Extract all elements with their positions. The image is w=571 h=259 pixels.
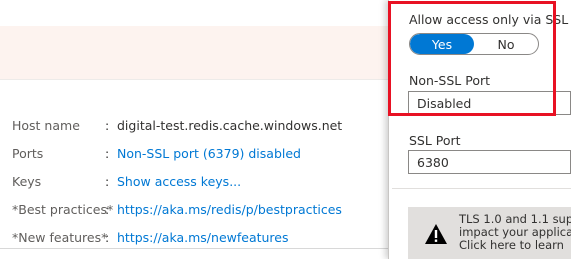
host-name-value: digital-test.redis.cache.windows.net [117, 117, 343, 133]
ssl-port-field[interactable]: 6380 [408, 150, 571, 174]
show-access-keys-link[interactable]: Show access keys... [117, 174, 241, 189]
ports-link[interactable]: Non-SSL port (6379) disabled [117, 146, 301, 161]
highlight-annotation-box [388, 1, 556, 116]
property-label: Host name [12, 117, 80, 133]
property-row-host-name: Host name : digital-test.redis.cache.win… [12, 111, 384, 139]
tls-warning-banner[interactable]: TLS 1.0 and 1.1 sup impact your applica … [408, 207, 571, 259]
property-colon: : [105, 201, 110, 217]
essentials-properties: Host name : digital-test.redis.cache.win… [12, 111, 384, 251]
warning-text: TLS 1.0 and 1.1 sup impact your applica … [459, 213, 571, 252]
overview-panel: Host name : digital-test.redis.cache.win… [0, 0, 388, 259]
section-divider [392, 188, 571, 189]
bottom-divider [0, 248, 388, 249]
property-row-keys: Keys : Show access keys... [12, 167, 384, 195]
property-colon: : [105, 229, 110, 245]
warning-learn-more-line[interactable]: Click here to learn [459, 239, 571, 252]
property-colon: : [105, 117, 110, 133]
panel-separator [0, 79, 388, 104]
property-row-new-features: *New features* : https://aka.ms/newfeatu… [12, 223, 384, 251]
property-row-best-practices: *Best practices* : https://aka.ms/redis/… [12, 195, 384, 223]
ssl-port-label: SSL Port [409, 133, 461, 148]
property-colon: : [105, 173, 110, 189]
warning-icon [425, 224, 447, 244]
property-row-ports: Ports : Non-SSL port (6379) disabled [12, 139, 384, 167]
property-label: *Best practices* [12, 201, 114, 217]
property-label: *New features* [12, 229, 108, 245]
notice-bar [0, 26, 388, 79]
new-features-link[interactable]: https://aka.ms/newfeatures [117, 230, 289, 245]
property-label: Keys [12, 173, 42, 189]
best-practices-link[interactable]: https://aka.ms/redis/p/bestpractices [117, 202, 342, 217]
screen: Host name : digital-test.redis.cache.win… [0, 0, 571, 259]
property-colon: : [105, 145, 110, 161]
property-label: Ports [12, 145, 44, 161]
